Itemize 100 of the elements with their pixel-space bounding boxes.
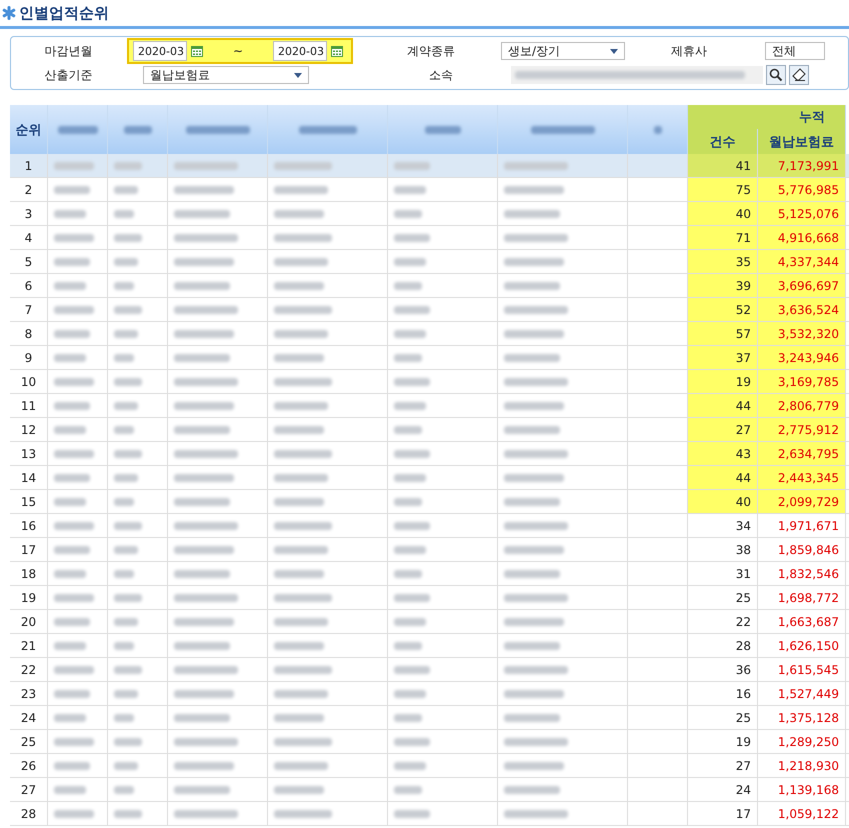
blurred-text — [394, 282, 422, 290]
field-label: 계약종류 — [406, 42, 456, 60]
table-cell: 1,059,122 — [758, 802, 846, 825]
date-field[interactable]: 2020-03 — [273, 41, 327, 61]
table-cell: 3,636,524 — [758, 298, 846, 321]
blurred-text — [274, 546, 328, 554]
blurred-text — [504, 162, 568, 170]
table-row[interactable]: 11 44 2,806,779 — [10, 394, 849, 418]
table-row[interactable]: 15 40 2,099,729 — [10, 490, 849, 514]
table-row[interactable]: 21 28 1,626,150 — [10, 634, 849, 658]
table-row[interactable]: 16 34 1,971,671 — [10, 514, 849, 538]
table-row[interactable]: 24 25 1,375,128 — [10, 706, 849, 730]
blurred-text — [174, 474, 234, 482]
table-row[interactable]: 9 37 3,243,946 — [10, 346, 849, 370]
table-cell: 7 — [10, 298, 48, 321]
partner-select[interactable]: 전체 — [765, 42, 825, 60]
blurred-text — [274, 666, 332, 674]
table-cell: 1,832,546 — [758, 562, 846, 585]
blurred-text — [54, 498, 86, 506]
table-cell: 3,243,946 — [758, 346, 846, 369]
blurred-text — [504, 330, 564, 338]
blurred-text — [54, 762, 90, 770]
table-row[interactable]: 4 71 4,916,668 — [10, 226, 849, 250]
table-row[interactable]: 14 44 2,443,345 — [10, 466, 849, 490]
search-button[interactable] — [766, 65, 786, 85]
eraser-icon — [792, 68, 806, 82]
table-row[interactable]: 3 40 5,125,076 — [10, 202, 849, 226]
blurred-text — [174, 498, 230, 506]
table-cell: 28 — [688, 634, 758, 657]
blurred-text — [174, 570, 230, 578]
blurred-text — [114, 594, 142, 602]
blurred-text — [114, 690, 138, 698]
table-row[interactable]: 28 17 1,059,122 — [10, 802, 849, 826]
table-cell: 3 — [10, 202, 48, 225]
table-row[interactable]: 1 41 7,173,991 — [10, 154, 849, 178]
blurred-text — [174, 402, 234, 410]
table-cell: 19 — [688, 370, 758, 393]
blurred-text — [504, 666, 568, 674]
affiliation-field[interactable] — [511, 66, 763, 84]
blurred-text — [394, 522, 430, 530]
table-cell: 10 — [10, 370, 48, 393]
blurred-text — [504, 426, 560, 434]
blurred-text — [274, 330, 328, 338]
blurred-text — [54, 642, 86, 650]
table-cell: 2,775,912 — [758, 418, 846, 441]
blurred-text — [114, 498, 134, 506]
table-row[interactable]: 23 16 1,527,449 — [10, 682, 849, 706]
table-cell: 27 — [688, 418, 758, 441]
table-cell: 12 — [10, 418, 48, 441]
table-cell: 27 — [10, 778, 48, 801]
blurred-text — [174, 378, 238, 386]
table-row[interactable]: 19 25 1,698,772 — [10, 586, 849, 610]
basis-select[interactable]: 월납보험료 — [143, 66, 309, 84]
blurred-text — [114, 234, 142, 242]
table-cell: 40 — [688, 490, 758, 513]
eraser-button[interactable] — [789, 65, 809, 85]
table-row[interactable]: 27 24 1,139,168 — [10, 778, 849, 802]
blurred-text — [504, 714, 560, 722]
table-cell: 44 — [688, 466, 758, 489]
table-cell: 1,626,150 — [758, 634, 846, 657]
blurred-text — [504, 522, 568, 530]
calendar-icon[interactable] — [331, 45, 343, 57]
blurred-text — [274, 714, 324, 722]
table-row[interactable]: 20 22 1,663,687 — [10, 610, 849, 634]
table-row[interactable]: 18 31 1,832,546 — [10, 562, 849, 586]
blurred-text — [54, 690, 90, 698]
table-row[interactable]: 5 35 4,337,344 — [10, 250, 849, 274]
table-row[interactable]: 13 43 2,634,795 — [10, 442, 849, 466]
table-row[interactable]: 8 57 3,532,320 — [10, 322, 849, 346]
table-cell: 4,337,344 — [758, 250, 846, 273]
table-cell: 2 — [10, 178, 48, 201]
table-row[interactable]: 22 36 1,615,545 — [10, 658, 849, 682]
table-row[interactable]: 17 38 1,859,846 — [10, 538, 849, 562]
calendar-icon[interactable] — [191, 45, 203, 57]
table-row[interactable]: 6 39 3,696,697 — [10, 274, 849, 298]
table-cell: 25 — [688, 706, 758, 729]
blurred-text — [504, 690, 564, 698]
table-row[interactable]: 12 27 2,775,912 — [10, 418, 849, 442]
table-cell: 3,169,785 — [758, 370, 846, 393]
table-cell: 21 — [10, 634, 48, 657]
blurred-text — [54, 474, 90, 482]
table-cell: 26 — [10, 754, 48, 777]
table-row[interactable]: 7 52 3,636,524 — [10, 298, 849, 322]
blurred-text — [54, 306, 94, 314]
table-row[interactable]: 2 75 5,776,985 — [10, 178, 849, 202]
contract-type-select[interactable]: 생보/장기 — [501, 42, 625, 60]
blurred-text — [274, 690, 328, 698]
table-cell: 28 — [10, 802, 48, 825]
blurred-text — [174, 186, 234, 194]
table-cell: 5 — [10, 250, 48, 273]
blurred-text — [274, 450, 332, 458]
table-cell: 1,971,671 — [758, 514, 846, 537]
blurred-text — [394, 618, 426, 626]
table-row[interactable]: 10 19 3,169,785 — [10, 370, 849, 394]
date-field[interactable]: 2020-03 — [133, 41, 187, 61]
blurred-text — [114, 738, 142, 746]
table-row[interactable]: 26 27 1,218,930 — [10, 754, 849, 778]
table-row[interactable]: 25 19 1,289,250 — [10, 730, 849, 754]
blurred-text — [274, 234, 332, 242]
table-cell: 8 — [10, 322, 48, 345]
